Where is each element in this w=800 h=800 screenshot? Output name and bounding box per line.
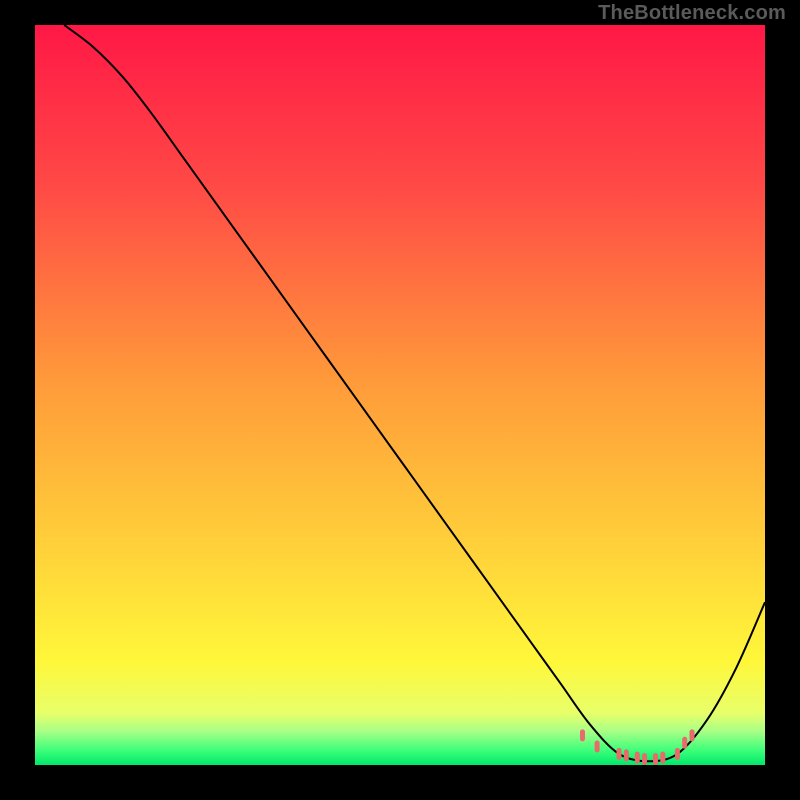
min-marker: [653, 753, 658, 765]
min-marker: [642, 753, 647, 765]
chart-svg: [35, 25, 765, 765]
min-marker: [624, 749, 629, 761]
min-marker: [635, 752, 640, 764]
min-marker: [617, 748, 622, 760]
chart-container: TheBottleneck.com: [0, 0, 800, 800]
min-marker: [595, 741, 600, 753]
min-marker: [682, 737, 687, 749]
chart-plot-area: [35, 25, 765, 765]
chart-background: [35, 25, 765, 765]
min-marker: [660, 752, 665, 764]
min-marker: [580, 729, 585, 741]
min-marker: [675, 748, 680, 760]
watermark-text: TheBottleneck.com: [598, 2, 786, 25]
min-marker: [690, 729, 695, 741]
